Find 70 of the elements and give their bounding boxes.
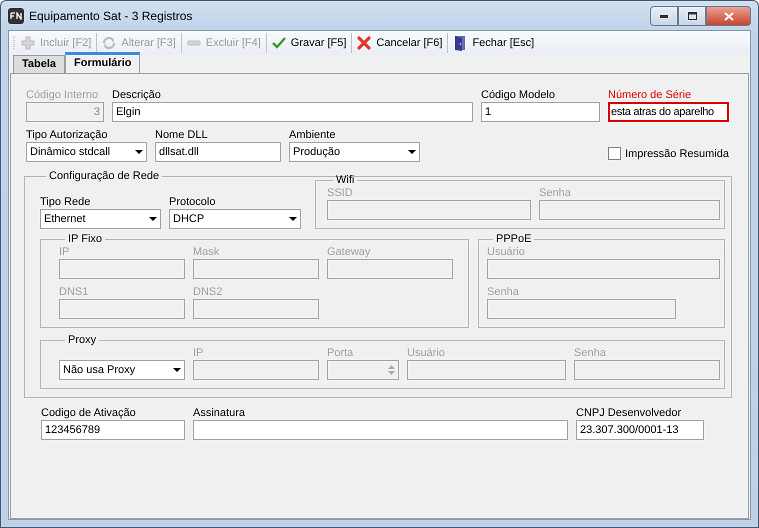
input-field[interactable]: 23.307.300/0001-13 [576, 420, 704, 440]
group-title: Configuração de Rede [48, 170, 160, 182]
field-label: IP [193, 346, 204, 360]
minus-icon [186, 40, 201, 46]
input-field[interactable]: Elgin [112, 102, 473, 122]
window-title: Equipamento Sat - 3 Registros [29, 8, 194, 22]
x-icon [357, 36, 372, 50]
input-field[interactable]: esta atras do aparelho [608, 102, 729, 122]
checkbox-label: Impressão Resumida [625, 148, 729, 160]
field-label: Usuário [487, 245, 526, 259]
field-label: Número de Série [608, 88, 692, 102]
field-label: DNS1 [59, 285, 90, 299]
caret-icon [289, 217, 297, 221]
group-title: IP Fixo [67, 233, 104, 245]
caret-icon [135, 150, 143, 154]
field-label: Nome DLL [155, 128, 209, 142]
field-label: Codigo de Ativação [41, 406, 137, 420]
field-label: Ambiente [289, 128, 336, 142]
toolbar-button[interactable]: Cancelar [F6] [352, 33, 448, 53]
group-title: Proxy [67, 334, 98, 346]
maximize-icon [688, 12, 696, 20]
dropdown[interactable]: Não usa Proxy [59, 360, 185, 380]
field-label: Senha [487, 285, 520, 299]
field-label: SSID [327, 186, 354, 200]
field-label: Gateway [327, 245, 372, 259]
close-icon [724, 12, 734, 20]
field-label: Assinatura [193, 406, 246, 420]
field-label: Senha [574, 346, 607, 360]
checkmark-icon [272, 37, 286, 49]
field-label: Protocolo [169, 195, 216, 209]
field-label: Tipo Autorização [26, 128, 109, 142]
group-title: Wifi [335, 174, 356, 186]
field-label: Usuário [407, 346, 446, 360]
minimize-button[interactable] [650, 6, 678, 26]
input-field[interactable]: dllsat.dll [155, 142, 281, 162]
caret-icon [149, 217, 157, 221]
caret-icon [408, 150, 416, 154]
field-label: CNPJ Desenvolvedor [576, 406, 682, 420]
dropdown[interactable]: Dinâmico stdcall [26, 142, 147, 162]
input-field[interactable]: 1 [481, 102, 600, 122]
caret-icon [173, 368, 181, 372]
dropdown[interactable]: Ethernet [40, 209, 161, 229]
spin-arrows-icon [388, 364, 395, 376]
plus-icon [21, 36, 35, 50]
app-logo-icon [8, 8, 24, 24]
refresh-icon [102, 36, 116, 50]
field-label: Porta [327, 346, 354, 360]
grip-icon [13, 35, 16, 51]
field-label: Senha [539, 186, 572, 200]
field-label: Mask [193, 245, 220, 259]
input-field[interactable] [193, 420, 568, 440]
input-field[interactable]: 123456789 [41, 420, 185, 440]
field-label: Descrição [112, 88, 162, 102]
tab[interactable]: Tabela [13, 55, 66, 73]
field-label: DNS2 [193, 285, 224, 299]
field-label: Código Modelo [481, 88, 556, 102]
tab[interactable]: Formulário [65, 52, 140, 73]
field-label: Tipo Rede [40, 195, 92, 209]
toolbar-button[interactable]: Gravar [F5] [266, 33, 352, 53]
dropdown[interactable]: DHCP [169, 209, 301, 229]
dropdown[interactable]: Produção [289, 142, 420, 162]
toolbar-button[interactable]: Fechar [Esc] [448, 33, 540, 53]
field-label: IP [59, 245, 70, 259]
group-title: PPPoE [495, 233, 532, 245]
minimize-icon [660, 14, 668, 18]
door-icon [453, 35, 468, 51]
close-button[interactable] [706, 6, 751, 26]
checkbox[interactable] [608, 147, 622, 160]
field-label: Código Interno [26, 88, 100, 102]
maximize-button[interactable] [678, 6, 706, 26]
